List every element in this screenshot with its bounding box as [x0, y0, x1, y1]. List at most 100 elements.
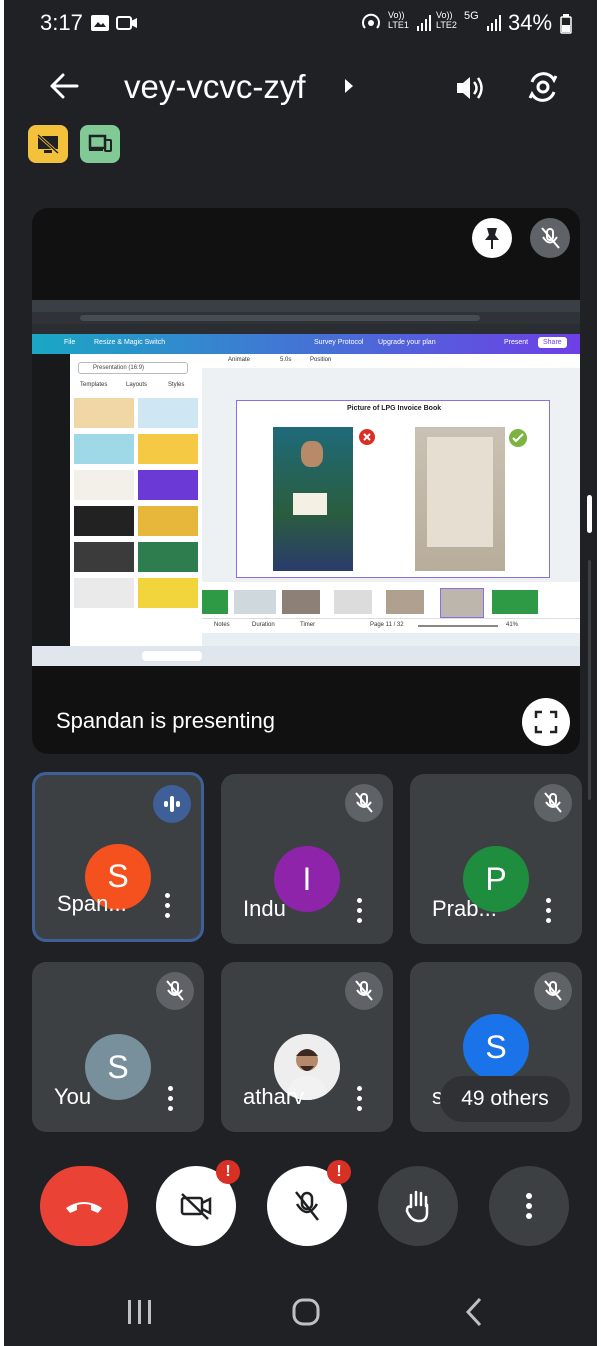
participant-tile-atharv[interactable]: atharv	[221, 962, 393, 1132]
caret-right-icon[interactable]	[344, 78, 354, 99]
mic-off-indicator	[534, 972, 572, 1010]
mic-alert-icon: !	[327, 1160, 351, 1184]
mic-off-icon	[355, 792, 373, 813]
more-options-icon[interactable]	[357, 1086, 363, 1112]
design-title[interactable]: Survey Protocol	[314, 339, 363, 346]
participant-name: Span...	[57, 891, 127, 916]
hotspot-icon	[360, 12, 382, 39]
scroll-thumb[interactable]	[587, 495, 592, 533]
template-thumb[interactable]	[138, 506, 198, 536]
recent-apps-button[interactable]	[122, 1298, 158, 1326]
end-call-button[interactable]	[40, 1166, 128, 1246]
shared-screen: File Resize & Magic Switch Survey Protoc…	[32, 300, 580, 666]
no-display-badge[interactable]	[28, 125, 68, 163]
template-search[interactable]: Presentation (16:9)	[78, 362, 188, 374]
bookmarks-bar	[32, 324, 580, 334]
tab-templates[interactable]: Templates	[80, 382, 107, 388]
person-photo	[273, 427, 353, 571]
browser-tabs	[32, 300, 580, 312]
position-button[interactable]: Position	[310, 357, 331, 363]
footer-duration-button[interactable]: Duration	[252, 622, 275, 628]
mic-off-icon	[166, 980, 184, 1001]
more-options-icon[interactable]	[546, 898, 552, 924]
duration-button[interactable]: 5.0s	[280, 357, 291, 363]
menu-file[interactable]: File	[64, 339, 75, 346]
participant-name: Indu	[243, 896, 286, 921]
notes-button[interactable]: Notes	[214, 622, 230, 628]
home-icon	[292, 1298, 320, 1326]
fullscreen-icon	[534, 710, 558, 734]
presenter-mic-off	[530, 218, 570, 258]
mic-off-indicator	[345, 784, 383, 822]
participant-tile-indu[interactable]: I Indu	[221, 774, 393, 944]
back-nav-icon	[465, 1297, 482, 1327]
presenter-label: Spandan is presenting	[56, 708, 275, 733]
fiveg-label: 5G	[464, 10, 479, 22]
more-options-icon[interactable]	[165, 893, 171, 919]
template-thumb[interactable]	[74, 578, 134, 608]
screen-off-icon	[36, 133, 60, 155]
mic-off-icon	[544, 980, 562, 1001]
more-actions-button[interactable]	[489, 1166, 569, 1246]
template-thumb[interactable]	[138, 542, 198, 572]
upgrade-button[interactable]: Upgrade your plan	[378, 339, 436, 346]
more-options-icon[interactable]	[168, 1086, 174, 1112]
template-thumb[interactable]	[138, 470, 198, 500]
participant-tile-you[interactable]: S You	[32, 962, 204, 1132]
slide[interactable]: Picture of LPG Invoice Book	[236, 400, 550, 578]
gallery-icon	[90, 14, 110, 37]
tab-layouts[interactable]: Layouts	[126, 382, 147, 388]
presentation-card[interactable]: File Resize & Magic Switch Survey Protoc…	[32, 208, 580, 754]
switch-camera-button[interactable]	[522, 66, 564, 108]
canva-toolbar: File Resize & Magic Switch Survey Protoc…	[32, 334, 580, 354]
speaker-button[interactable]	[450, 68, 490, 108]
mic-off-icon	[541, 227, 560, 249]
menu-resize[interactable]: Resize & Magic Switch	[94, 339, 165, 346]
mic-off-indicator	[345, 972, 383, 1010]
template-thumb[interactable]	[138, 434, 198, 464]
camera-off-icon	[180, 1193, 212, 1220]
zoom-level: 41%	[506, 622, 519, 628]
template-thumb[interactable]	[74, 470, 134, 500]
slide-strip	[202, 582, 580, 618]
tab-styles[interactable]: Styles	[168, 382, 184, 388]
mic-off-icon	[544, 792, 562, 813]
switch-camera-icon	[528, 72, 558, 102]
share-button[interactable]: Share	[538, 337, 567, 348]
participant-name: atharv	[243, 1084, 305, 1109]
participant-tile-spandan[interactable]: S Span...	[32, 772, 204, 942]
meeting-code[interactable]: vey-vcvc-zyf	[124, 68, 306, 106]
reject-icon	[359, 429, 375, 445]
raise-hand-button[interactable]	[378, 1166, 458, 1246]
templates-panel: Presentation (16:9) Templates Layouts St…	[70, 354, 202, 646]
more-options-icon[interactable]	[357, 898, 363, 924]
participant-tile-prab[interactable]: P Prab...	[410, 774, 582, 944]
template-thumb[interactable]	[138, 578, 198, 608]
home-button[interactable]	[290, 1296, 322, 1328]
template-thumb[interactable]	[138, 398, 198, 428]
participant-tile-others[interactable]: S su 49 others	[410, 962, 582, 1132]
template-thumb[interactable]	[74, 434, 134, 464]
mic-toggle-button[interactable]: !	[267, 1160, 351, 1246]
template-thumb[interactable]	[74, 542, 134, 572]
camera-toggle-button[interactable]: !	[156, 1160, 240, 1246]
others-count[interactable]: 49 others	[440, 1076, 570, 1122]
signal2-icon	[486, 14, 502, 37]
recent-apps-icon	[128, 1300, 151, 1324]
zoom-slider[interactable]	[418, 625, 498, 627]
pin-button[interactable]	[472, 218, 512, 258]
fullscreen-button[interactable]	[522, 698, 570, 746]
timer-button[interactable]: Timer	[300, 622, 315, 628]
editor-footer: Notes Duration Timer Page 11 / 32 41%	[202, 618, 580, 633]
template-thumb[interactable]	[74, 506, 134, 536]
devices-badge[interactable]	[80, 125, 120, 163]
back-button[interactable]	[42, 68, 86, 104]
present-button[interactable]: Present	[504, 339, 528, 346]
avatar: S	[463, 1014, 529, 1080]
template-thumb[interactable]	[74, 398, 134, 428]
video-status-icon	[116, 14, 138, 37]
invoice-photo	[415, 427, 505, 571]
back-nav-button[interactable]	[462, 1296, 488, 1328]
pin-icon	[485, 228, 499, 249]
animate-button[interactable]: Animate	[228, 357, 250, 363]
